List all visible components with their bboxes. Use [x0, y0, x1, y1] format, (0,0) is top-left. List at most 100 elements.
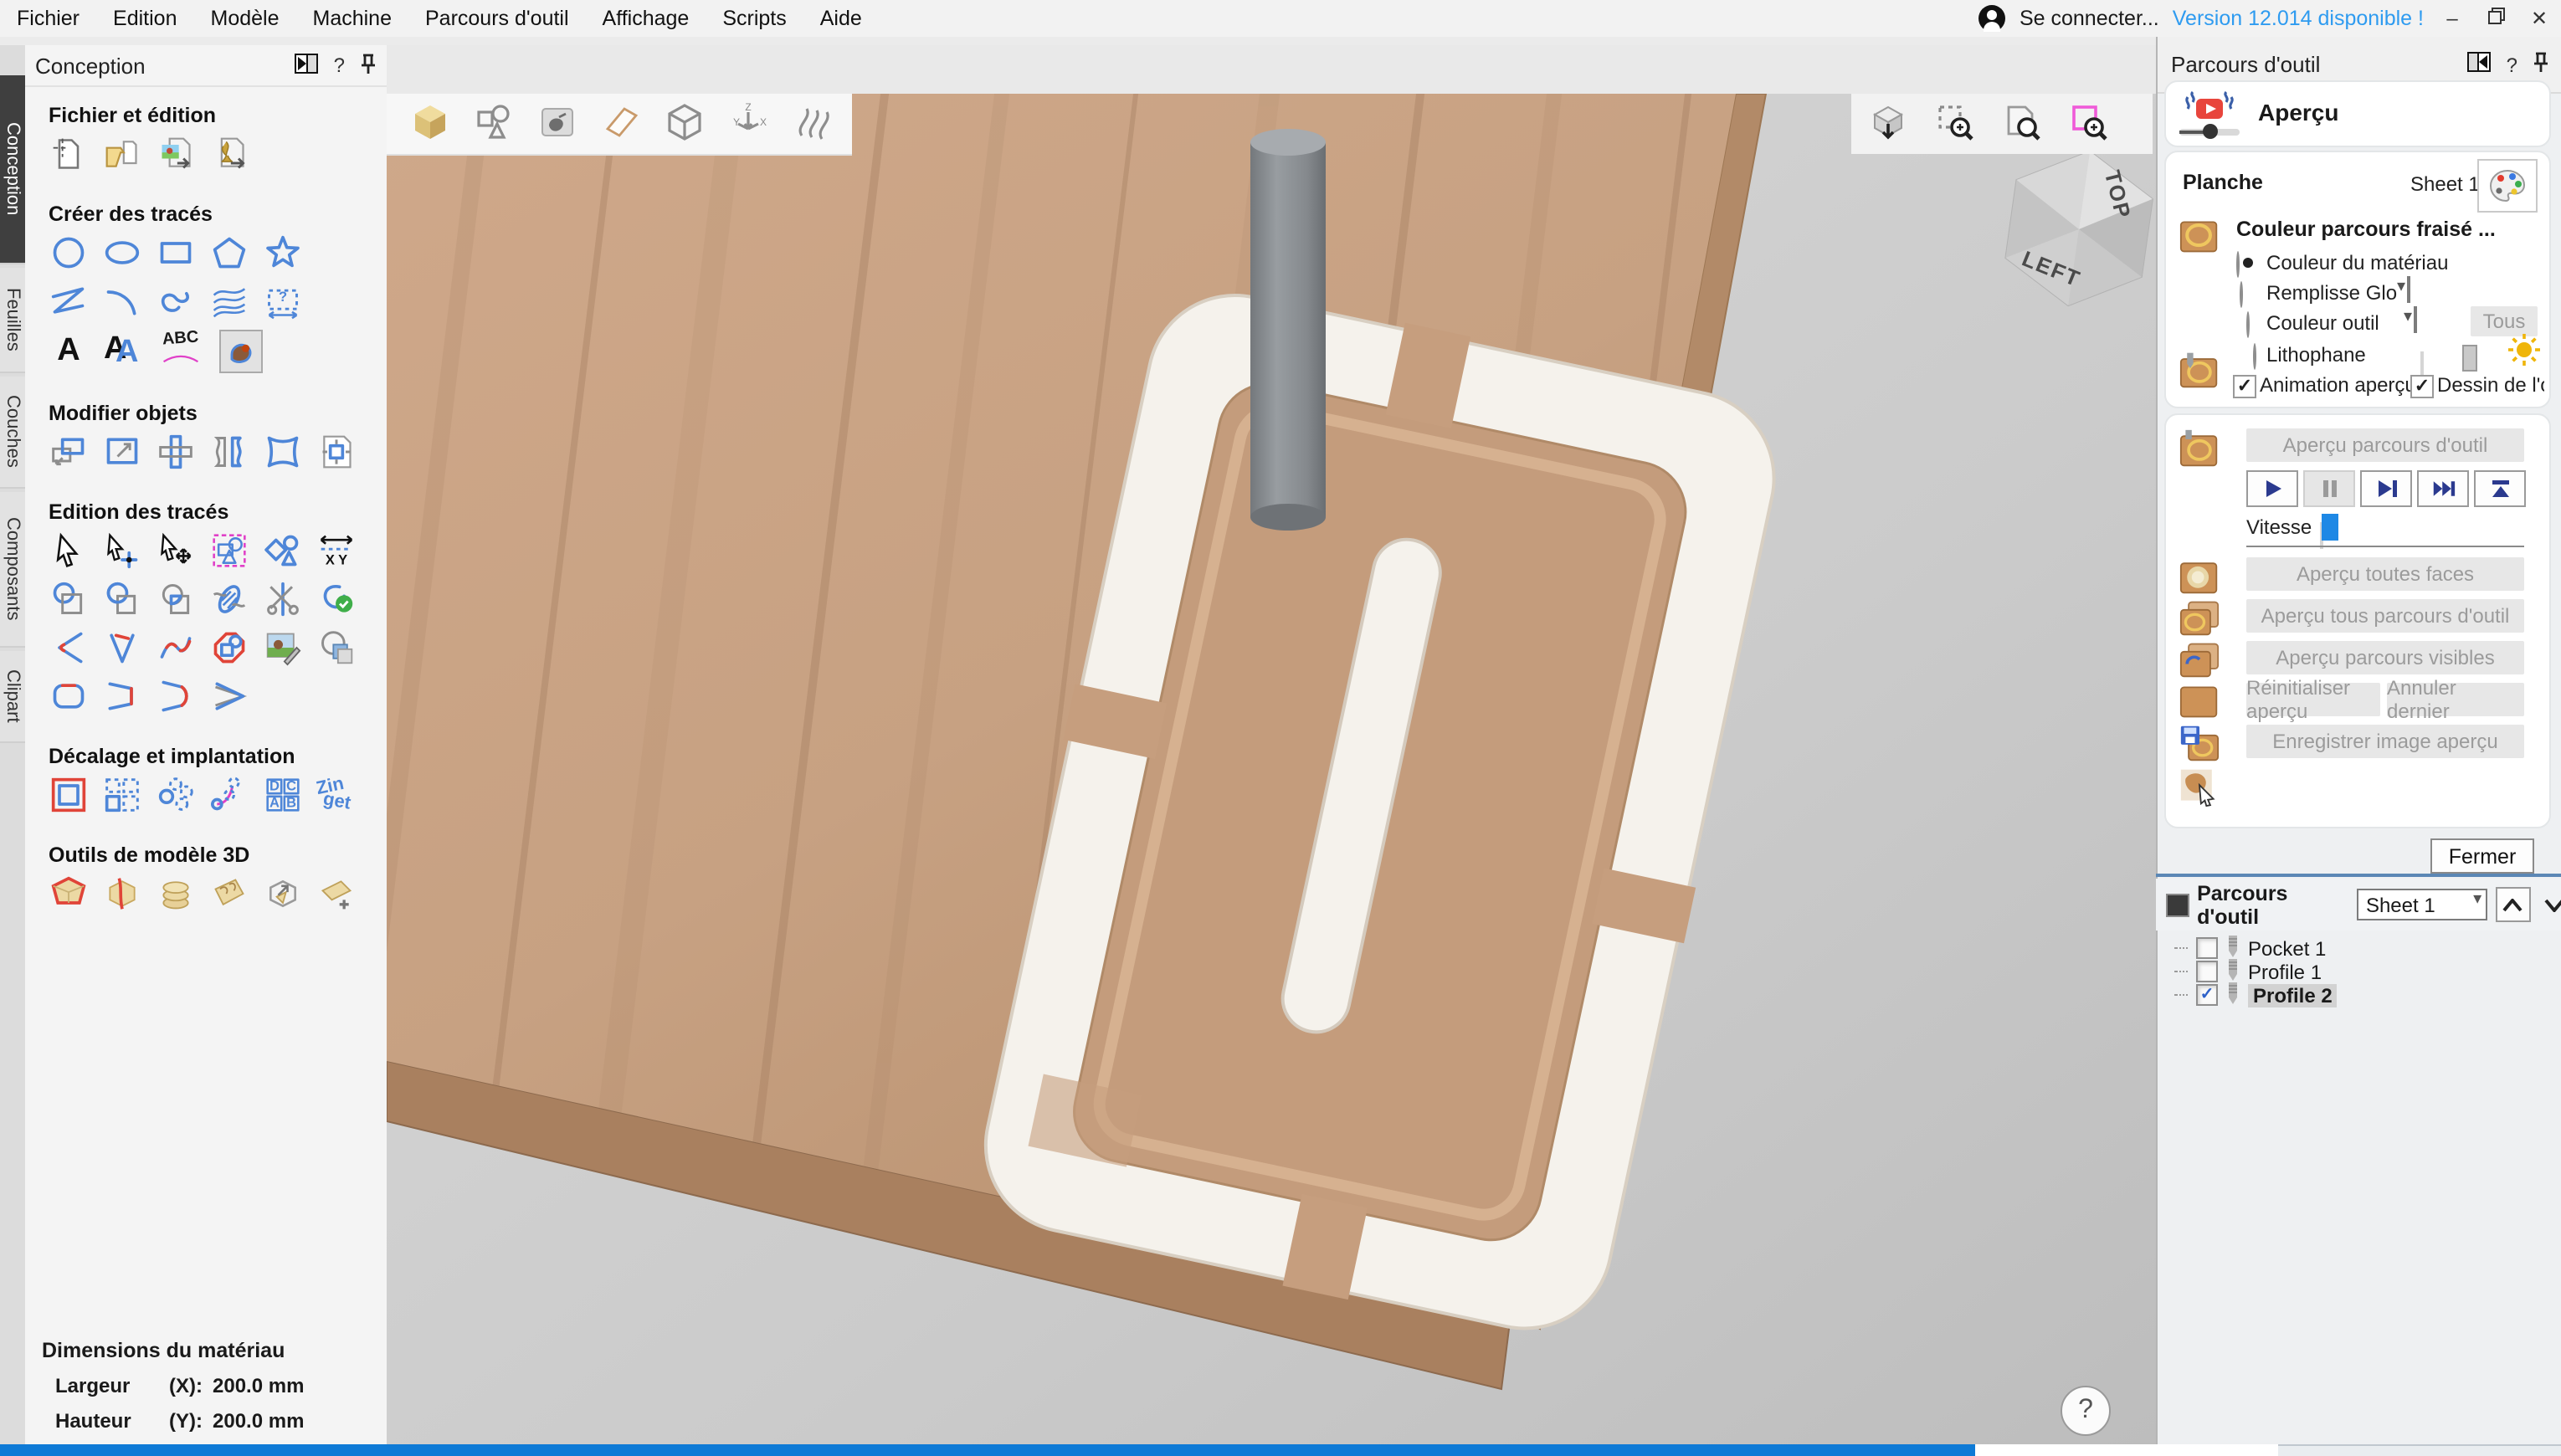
close-button[interactable]: ✕	[2524, 7, 2554, 30]
hatch-fill-icon[interactable]	[209, 579, 249, 619]
toolpath-sheet-select[interactable]: Sheet 1▾	[2358, 889, 2487, 920]
fit-curves-icon[interactable]	[156, 628, 196, 668]
text-on-curve-icon[interactable]: ABC	[156, 330, 206, 370]
toolpath-row-pocket1[interactable]: Pocket 1	[2168, 936, 2553, 961]
reset-preview-button[interactable]: Réinitialiser aperçu	[2246, 683, 2380, 716]
run-to-end-button[interactable]	[2474, 470, 2526, 507]
union-vectors-icon[interactable]	[49, 579, 89, 619]
fillet-type3-icon[interactable]	[209, 676, 249, 716]
texture-model-icon[interactable]	[209, 874, 249, 914]
animation-checkbox[interactable]: ✓	[2233, 375, 2256, 398]
block-nesting-icon[interactable]: DCAB	[263, 775, 303, 815]
fillet-rect-icon[interactable]	[49, 676, 89, 716]
preview-all-toolpaths-button[interactable]: Aperçu tous parcours d'outil	[2246, 599, 2524, 633]
preview-visible-button[interactable]: Aperçu parcours visibles	[2246, 641, 2524, 674]
dimension-tool-icon[interactable]: ?	[263, 281, 303, 321]
view-cube[interactable]: TOP LEFT	[1995, 146, 2163, 313]
true-shape-nesting-icon[interactable]: Zin get	[316, 775, 357, 815]
extract-model-icon[interactable]	[263, 874, 303, 914]
save-preview-image-button[interactable]: Enregistrer image aperçu	[2246, 725, 2524, 758]
fillet-type1-icon[interactable]	[102, 676, 142, 716]
play-button[interactable]	[2246, 470, 2298, 507]
draw-material-icon[interactable]	[601, 101, 641, 146]
select-tool-icon[interactable]	[49, 531, 89, 571]
preview-toolpath-button[interactable]: Aperçu parcours d'outil	[2246, 428, 2524, 462]
side-tab-feuilles[interactable]: Feuilles	[0, 268, 25, 373]
move-down-button[interactable]	[2539, 889, 2561, 920]
rectangle-tool-icon[interactable]	[156, 233, 196, 273]
radio-tool-color[interactable]	[2246, 311, 2250, 338]
ellipse-tool-icon[interactable]	[102, 233, 142, 273]
new-drawing-icon[interactable]	[49, 134, 89, 174]
weld-shapes-icon[interactable]	[263, 531, 303, 571]
resize-design-icon[interactable]	[316, 432, 357, 472]
open-file-icon[interactable]	[102, 134, 142, 174]
collapse-panel-icon[interactable]	[295, 53, 319, 78]
view-help-button[interactable]: ?	[2061, 1386, 2111, 1436]
edit-bitmap-icon[interactable]	[263, 628, 303, 668]
view-3d[interactable]: ZYX TOP LEFT ?	[387, 45, 2156, 1444]
menu-scripts[interactable]: Scripts	[706, 7, 803, 30]
distort-objects-icon[interactable]	[263, 432, 303, 472]
restore-button[interactable]	[2481, 7, 2511, 30]
chamfer-corner-icon[interactable]	[102, 628, 142, 668]
preview-all-sides-button[interactable]: Aperçu toutes faces	[2246, 557, 2524, 591]
side-tab-clipart[interactable]: Clipart	[0, 651, 25, 743]
copy-along-vector-icon[interactable]	[209, 775, 249, 815]
text-tool-icon[interactable]: A	[49, 330, 89, 370]
tool-color-all-button[interactable]: Tous	[2471, 306, 2538, 336]
user-avatar-icon[interactable]	[1979, 5, 2006, 32]
polygon-tool-icon[interactable]	[209, 233, 249, 273]
menu-modele[interactable]: Modèle	[194, 7, 296, 30]
draw-vectors-icon[interactable]	[474, 101, 514, 146]
pause-button[interactable]	[2303, 470, 2355, 507]
tool-color-combo[interactable]: ▾	[2414, 306, 2417, 333]
subtract-vectors-icon[interactable]	[102, 579, 142, 619]
pin-icon[interactable]	[2533, 52, 2549, 77]
signin-link[interactable]: Se connecter...	[2020, 7, 2159, 30]
fillet-type2-icon[interactable]	[156, 676, 196, 716]
undo-last-button[interactable]: Annuler dernier	[2387, 683, 2524, 716]
export-image-icon[interactable]	[156, 134, 196, 174]
menu-aide[interactable]: Aide	[803, 7, 879, 30]
radio-global-fill[interactable]	[2240, 281, 2243, 308]
transform-tool-icon[interactable]	[156, 531, 196, 571]
add-plane-icon[interactable]	[316, 874, 357, 914]
radio-lithophane[interactable]	[2253, 343, 2256, 370]
palette-button[interactable]	[2477, 159, 2538, 213]
help-icon[interactable]: ?	[2507, 53, 2517, 76]
create-shape-icon[interactable]	[49, 874, 89, 914]
delete-waste-icon[interactable]	[2179, 766, 2220, 812]
shaded-view-icon[interactable]	[410, 101, 450, 146]
arc-tool-icon[interactable]	[102, 281, 142, 321]
toolpath-row-profile1[interactable]: Profile 1	[2168, 959, 2553, 984]
close-preview-button[interactable]: Fermer	[2430, 838, 2534, 874]
global-fill-color-combo[interactable]: ▾	[2407, 276, 2410, 303]
zoom-selection-icon[interactable]	[1935, 101, 1975, 146]
radio-material-color[interactable]	[2236, 251, 2240, 278]
slice-model-icon[interactable]	[102, 874, 142, 914]
preview-speed-mini-slider[interactable]	[2179, 129, 2240, 136]
move-up-button[interactable]	[2495, 887, 2530, 922]
draw-origin-icon[interactable]: ZYX	[728, 101, 768, 146]
offset-group-icon[interactable]	[209, 628, 249, 668]
import-vectors-icon[interactable]	[209, 134, 249, 174]
menu-affichage[interactable]: Affichage	[586, 7, 706, 30]
fillet-corner-icon[interactable]	[49, 628, 89, 668]
zoom-window-icon[interactable]	[2069, 101, 2109, 146]
draw-bitmap-icon[interactable]	[537, 101, 577, 146]
minimize-button[interactable]: –	[2437, 7, 2467, 30]
panel-splitter[interactable]	[2156, 874, 2561, 877]
move-objects-icon[interactable]	[49, 432, 89, 472]
toolpath-checkbox-checked[interactable]: ✓	[2196, 984, 2218, 1006]
scale-objects-icon[interactable]	[102, 432, 142, 472]
toolpath-row-profile2[interactable]: ✓ Profile 2	[2168, 982, 2553, 1007]
offset-icon[interactable]	[49, 775, 89, 815]
star-tool-icon[interactable]	[263, 233, 303, 273]
zoom-fit-icon[interactable]	[2002, 101, 2042, 146]
polyline-tool-icon[interactable]	[49, 281, 89, 321]
circular-array-icon[interactable]	[156, 775, 196, 815]
help-icon[interactable]: ?	[334, 54, 345, 77]
align-objects-icon[interactable]	[156, 432, 196, 472]
tool-draw-checkbox[interactable]: ✓	[2410, 375, 2434, 398]
